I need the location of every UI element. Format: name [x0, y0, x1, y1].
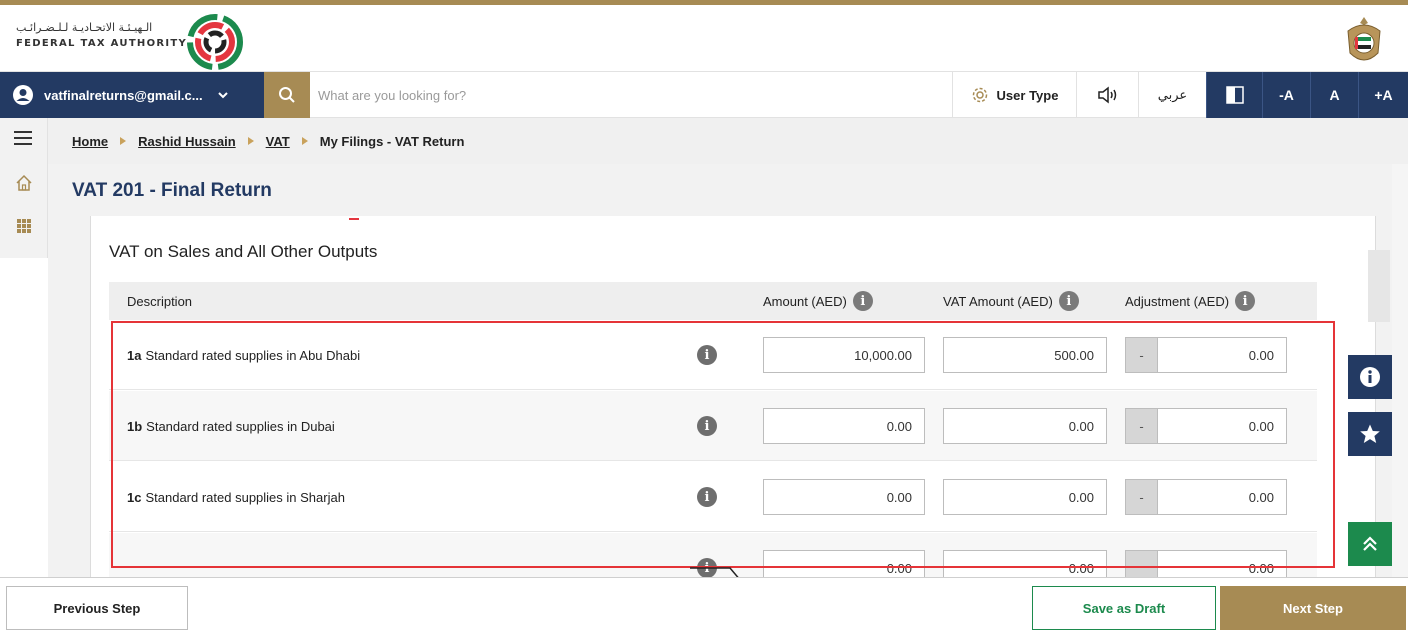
breadcrumb-separator-icon: [120, 137, 127, 145]
vat-amount-input[interactable]: 500.00: [943, 337, 1107, 373]
info-icon[interactable]: i: [1235, 291, 1256, 311]
amount-input[interactable]: 10,000.00: [763, 337, 925, 373]
contrast-toggle-button[interactable]: [1206, 72, 1262, 118]
table-row: 1b Standard rated supplies in Dubai i 0.0…: [109, 391, 1317, 461]
header-adjustment: Adjustment (AED) i: [1125, 282, 1256, 320]
amount-input[interactable]: 0.00: [763, 479, 925, 515]
gear-icon: [972, 87, 987, 103]
info-icon[interactable]: i: [697, 416, 717, 436]
breadcrumb-separator-icon: [247, 137, 254, 145]
header-amount: Amount (AED) i: [763, 282, 873, 320]
vat-amount-input[interactable]: 0.00: [943, 479, 1107, 515]
table-header: Description Amount (AED) i VAT Amount (AE…: [109, 282, 1317, 320]
apps-grid-icon[interactable]: [16, 218, 32, 234]
vat-outputs-panel: VAT on Sales and All Other Outputs Descr…: [90, 216, 1376, 603]
top-navbar: vatfinalreturns@gmail.c... User Type: [0, 71, 1408, 118]
footer-bar: Previous Step Save as Draft Next Step: [0, 577, 1408, 637]
user-account-dropdown[interactable]: vatfinalreturns@gmail.c...: [0, 72, 264, 118]
table-row: 1c Standard rated supplies in Sharjah i 0…: [109, 462, 1317, 532]
header-vat-amount: VAT Amount (AED) i: [943, 282, 1079, 320]
adjustment-input[interactable]: - 0.00: [1125, 337, 1287, 373]
adjustment-value: 0.00: [1248, 418, 1274, 434]
search-input[interactable]: [318, 80, 938, 110]
language-arabic-button[interactable]: عربي: [1138, 72, 1206, 118]
search-icon: [279, 87, 295, 103]
adjustment-value: 0.00: [1248, 347, 1274, 363]
main-content: VAT 201 - Final Return VAT on Sales and …: [48, 164, 1392, 603]
font-decrease-button[interactable]: -A: [1262, 72, 1310, 118]
logo-english-text: FEDERAL TAX AUTHORITY: [16, 38, 188, 49]
progress-marker: [349, 218, 359, 220]
logo-arabic-text: الـهيـئـة الاتحـاديـة لـلـضـرائـب: [16, 21, 153, 34]
breadcrumb-separator-icon: [301, 137, 308, 145]
section-title: VAT on Sales and All Other Outputs: [109, 242, 378, 261]
info-icon[interactable]: i: [697, 558, 717, 578]
search-button[interactable]: [264, 72, 310, 118]
chevron-down-icon: [217, 92, 228, 99]
font-normal-button[interactable]: A: [1310, 72, 1358, 118]
breadcrumb-vat-link[interactable]: VAT: [266, 134, 290, 149]
adjustment-sign: -: [1126, 480, 1158, 514]
home-icon[interactable]: [15, 174, 33, 192]
user-type-label: User Type: [996, 87, 1059, 103]
save-draft-button[interactable]: Save as Draft: [1032, 586, 1216, 630]
adjustment-sign: -: [1126, 338, 1158, 372]
star-icon: [1360, 424, 1380, 443]
speaker-icon: [1097, 86, 1116, 104]
row-label: 1b Standard rated supplies in Dubai: [127, 418, 335, 434]
previous-step-button[interactable]: Previous Step: [6, 586, 188, 630]
vat-amount-input[interactable]: 0.00: [943, 408, 1107, 444]
page: الـهيـئـة الاتحـاديـة لـلـضـرائـب FEDERA…: [0, 0, 1408, 637]
table-row: 1a Standard rated supplies in Abu Dhabi i…: [109, 320, 1317, 390]
adjustment-value: 0.00: [1248, 489, 1274, 505]
fta-logo-text[interactable]: الـهيـئـة الاتحـاديـة لـلـضـرائـب FEDERA…: [16, 21, 186, 57]
font-increase-button[interactable]: +A: [1358, 72, 1408, 118]
breadcrumb: Home Rashid Hussain VAT My Filings - VAT…: [48, 118, 1408, 164]
info-icon[interactable]: i: [697, 345, 717, 365]
info-icon: [1360, 367, 1380, 387]
header-description: Description: [127, 293, 193, 309]
uae-emblem-icon: [1347, 17, 1381, 61]
scroll-to-top-button[interactable]: [1348, 522, 1392, 566]
row-label: 1a Standard rated supplies in Abu Dhabi: [127, 347, 361, 363]
scrollbar-track[interactable]: [1392, 164, 1408, 577]
info-icon[interactable]: i: [697, 487, 717, 507]
user-avatar-icon: [13, 85, 33, 105]
adjustment-input[interactable]: - 0.00: [1125, 408, 1287, 444]
audio-button[interactable]: [1076, 72, 1138, 118]
double-chevron-up-icon: [1363, 536, 1377, 551]
scrollbar-thumb[interactable]: [1368, 250, 1390, 322]
user-type-button[interactable]: User Type: [952, 72, 1076, 118]
breadcrumb-home-link[interactable]: Home: [72, 134, 108, 149]
left-sidebar: [0, 118, 48, 258]
user-email: vatfinalreturns@gmail.c...: [44, 87, 203, 103]
contrast-icon: [1225, 86, 1244, 104]
hamburger-menu-icon[interactable]: [12, 130, 34, 146]
site-header: الـهيـئـة الاتحـاديـة لـلـضـرائـب FEDERA…: [0, 5, 1408, 71]
adjustment-sign: -: [1126, 409, 1158, 443]
info-icon[interactable]: i: [1058, 291, 1079, 311]
amount-input[interactable]: 0.00: [763, 408, 925, 444]
adjustment-input[interactable]: - 0.00: [1125, 479, 1287, 515]
next-step-button[interactable]: Next Step: [1220, 586, 1406, 630]
row-label: 1c Standard rated supplies in Sharjah: [127, 489, 345, 505]
breadcrumb-user-link[interactable]: Rashid Hussain: [138, 134, 236, 149]
info-icon[interactable]: i: [852, 291, 873, 311]
page-title: VAT 201 - Final Return: [72, 180, 272, 201]
fta-logo-icon[interactable]: [186, 13, 244, 71]
floating-info-button[interactable]: [1348, 355, 1392, 399]
favorite-button[interactable]: [1348, 412, 1392, 456]
breadcrumb-current: My Filings - VAT Return: [319, 133, 465, 149]
